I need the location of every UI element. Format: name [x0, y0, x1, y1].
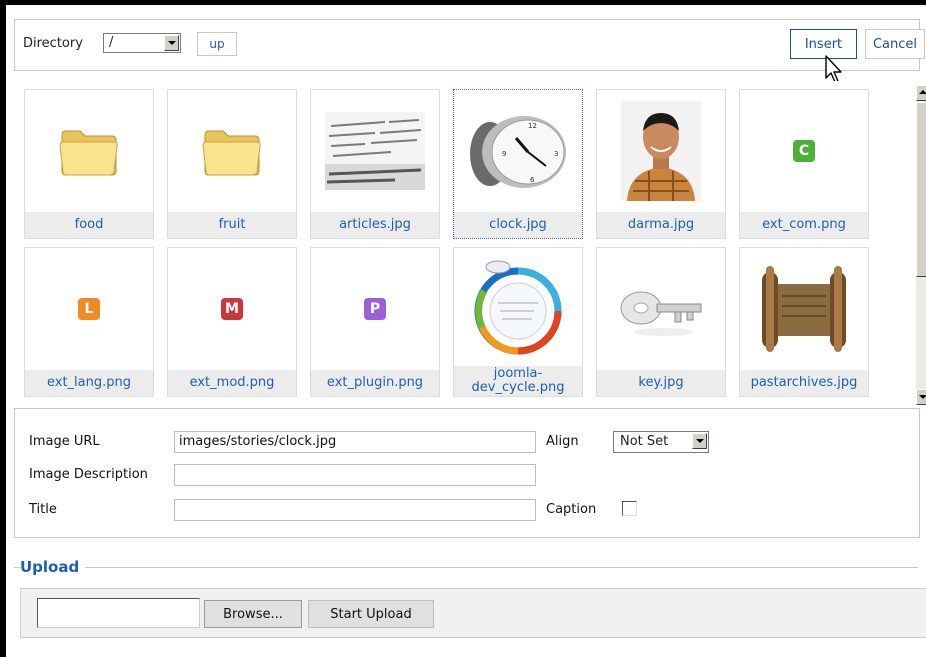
chevron-down-icon[interactable]	[692, 433, 707, 449]
file-name: ext_lang.png	[25, 370, 153, 396]
title-field[interactable]	[174, 499, 536, 521]
title-label: Title	[29, 502, 57, 517]
file-tile[interactable]: Pext_plugin.png	[310, 247, 440, 397]
start-upload-button[interactable]: Start Upload	[308, 600, 434, 628]
file-name: joomla- dev_cycle.png	[454, 366, 582, 396]
cancel-button[interactable]: Cancel	[865, 29, 925, 59]
align-select[interactable]: Not Set	[613, 431, 709, 453]
directory-select[interactable]: /	[103, 33, 181, 53]
extension-icon: M	[168, 248, 296, 370]
scroll-up-icon[interactable]	[916, 85, 926, 101]
file-name: ext_plugin.png	[311, 370, 439, 396]
upload-section: Upload Browse... Start Upload	[14, 555, 926, 657]
up-button[interactable]: up	[197, 32, 237, 56]
file-tile[interactable]: Lext_lang.png	[24, 247, 154, 397]
file-tile[interactable]: pastarchives.jpg	[739, 247, 869, 397]
scrollbar-thumb[interactable]	[916, 102, 926, 277]
file-tile[interactable]: Cext_com.png	[739, 89, 869, 239]
caption-checkbox[interactable]	[622, 501, 637, 516]
file-name: food	[25, 212, 153, 238]
file-name: pastarchives.jpg	[740, 370, 868, 396]
image-url-label: Image URL	[29, 434, 100, 449]
file-tile[interactable]: darma.jpg	[596, 89, 726, 239]
svg-text:6: 6	[530, 176, 535, 184]
image-properties: Image URL images/stories/clock.jpg Align…	[14, 408, 920, 538]
file-tile[interactable]: joomla- dev_cycle.png	[453, 247, 583, 397]
image-description-label: Image Description	[29, 467, 148, 482]
image-thumbnail	[454, 248, 582, 370]
file-tile[interactable]: Mext_mod.png	[167, 247, 297, 397]
image-thumbnail	[740, 248, 868, 370]
browse-button[interactable]: Browse...	[204, 600, 302, 628]
extension-icon: L	[25, 248, 153, 370]
folder-icon	[25, 90, 153, 212]
toolbar: Directory / up Insert Cancel	[14, 19, 925, 71]
svg-text:3: 3	[554, 150, 558, 158]
image-url-field[interactable]: images/stories/clock.jpg	[174, 431, 536, 453]
image-thumbnail	[311, 90, 439, 212]
file-name: darma.jpg	[597, 212, 725, 238]
extension-icon: P	[311, 248, 439, 370]
file-name: key.jpg	[597, 370, 725, 396]
image-thumbnail	[597, 248, 725, 370]
folder-icon	[168, 90, 296, 212]
file-name: fruit	[168, 212, 296, 238]
file-browser: food fruit articles.jpg 12 3 6 9 clock.jpg	[14, 81, 918, 406]
file-tile[interactable]: 12 3 6 9 clock.jpg	[453, 89, 583, 239]
file-tile[interactable]: articles.jpg	[310, 89, 440, 239]
file-tile[interactable]: fruit	[167, 89, 297, 239]
upload-divider	[14, 567, 918, 568]
directory-label: Directory	[23, 36, 83, 51]
file-browser-scrollbar[interactable]	[916, 85, 926, 405]
image-thumbnail: 12 3 6 9	[454, 90, 582, 212]
file-name: articles.jpg	[311, 212, 439, 238]
image-thumbnail	[597, 90, 725, 212]
file-name: clock.jpg	[454, 212, 582, 238]
file-name: ext_com.png	[740, 212, 868, 238]
extension-icon: C	[740, 90, 868, 212]
file-tile[interactable]: food	[24, 89, 154, 239]
chevron-down-icon[interactable]	[164, 35, 179, 51]
align-value: Not Set	[620, 434, 669, 449]
file-path-input[interactable]	[37, 598, 200, 628]
caption-label: Caption	[546, 502, 597, 517]
image-description-field[interactable]	[174, 464, 536, 486]
directory-value: /	[109, 35, 114, 50]
file-name: ext_mod.png	[168, 370, 296, 396]
file-tile[interactable]: key.jpg	[596, 247, 726, 397]
image-manager: Directory / up Insert Cancel food fruit	[6, 5, 926, 657]
svg-text:9: 9	[502, 150, 506, 158]
upload-legend: Upload	[20, 558, 86, 576]
align-label: Align	[546, 434, 579, 449]
svg-text:12: 12	[528, 122, 537, 130]
scroll-down-icon[interactable]	[916, 389, 926, 405]
